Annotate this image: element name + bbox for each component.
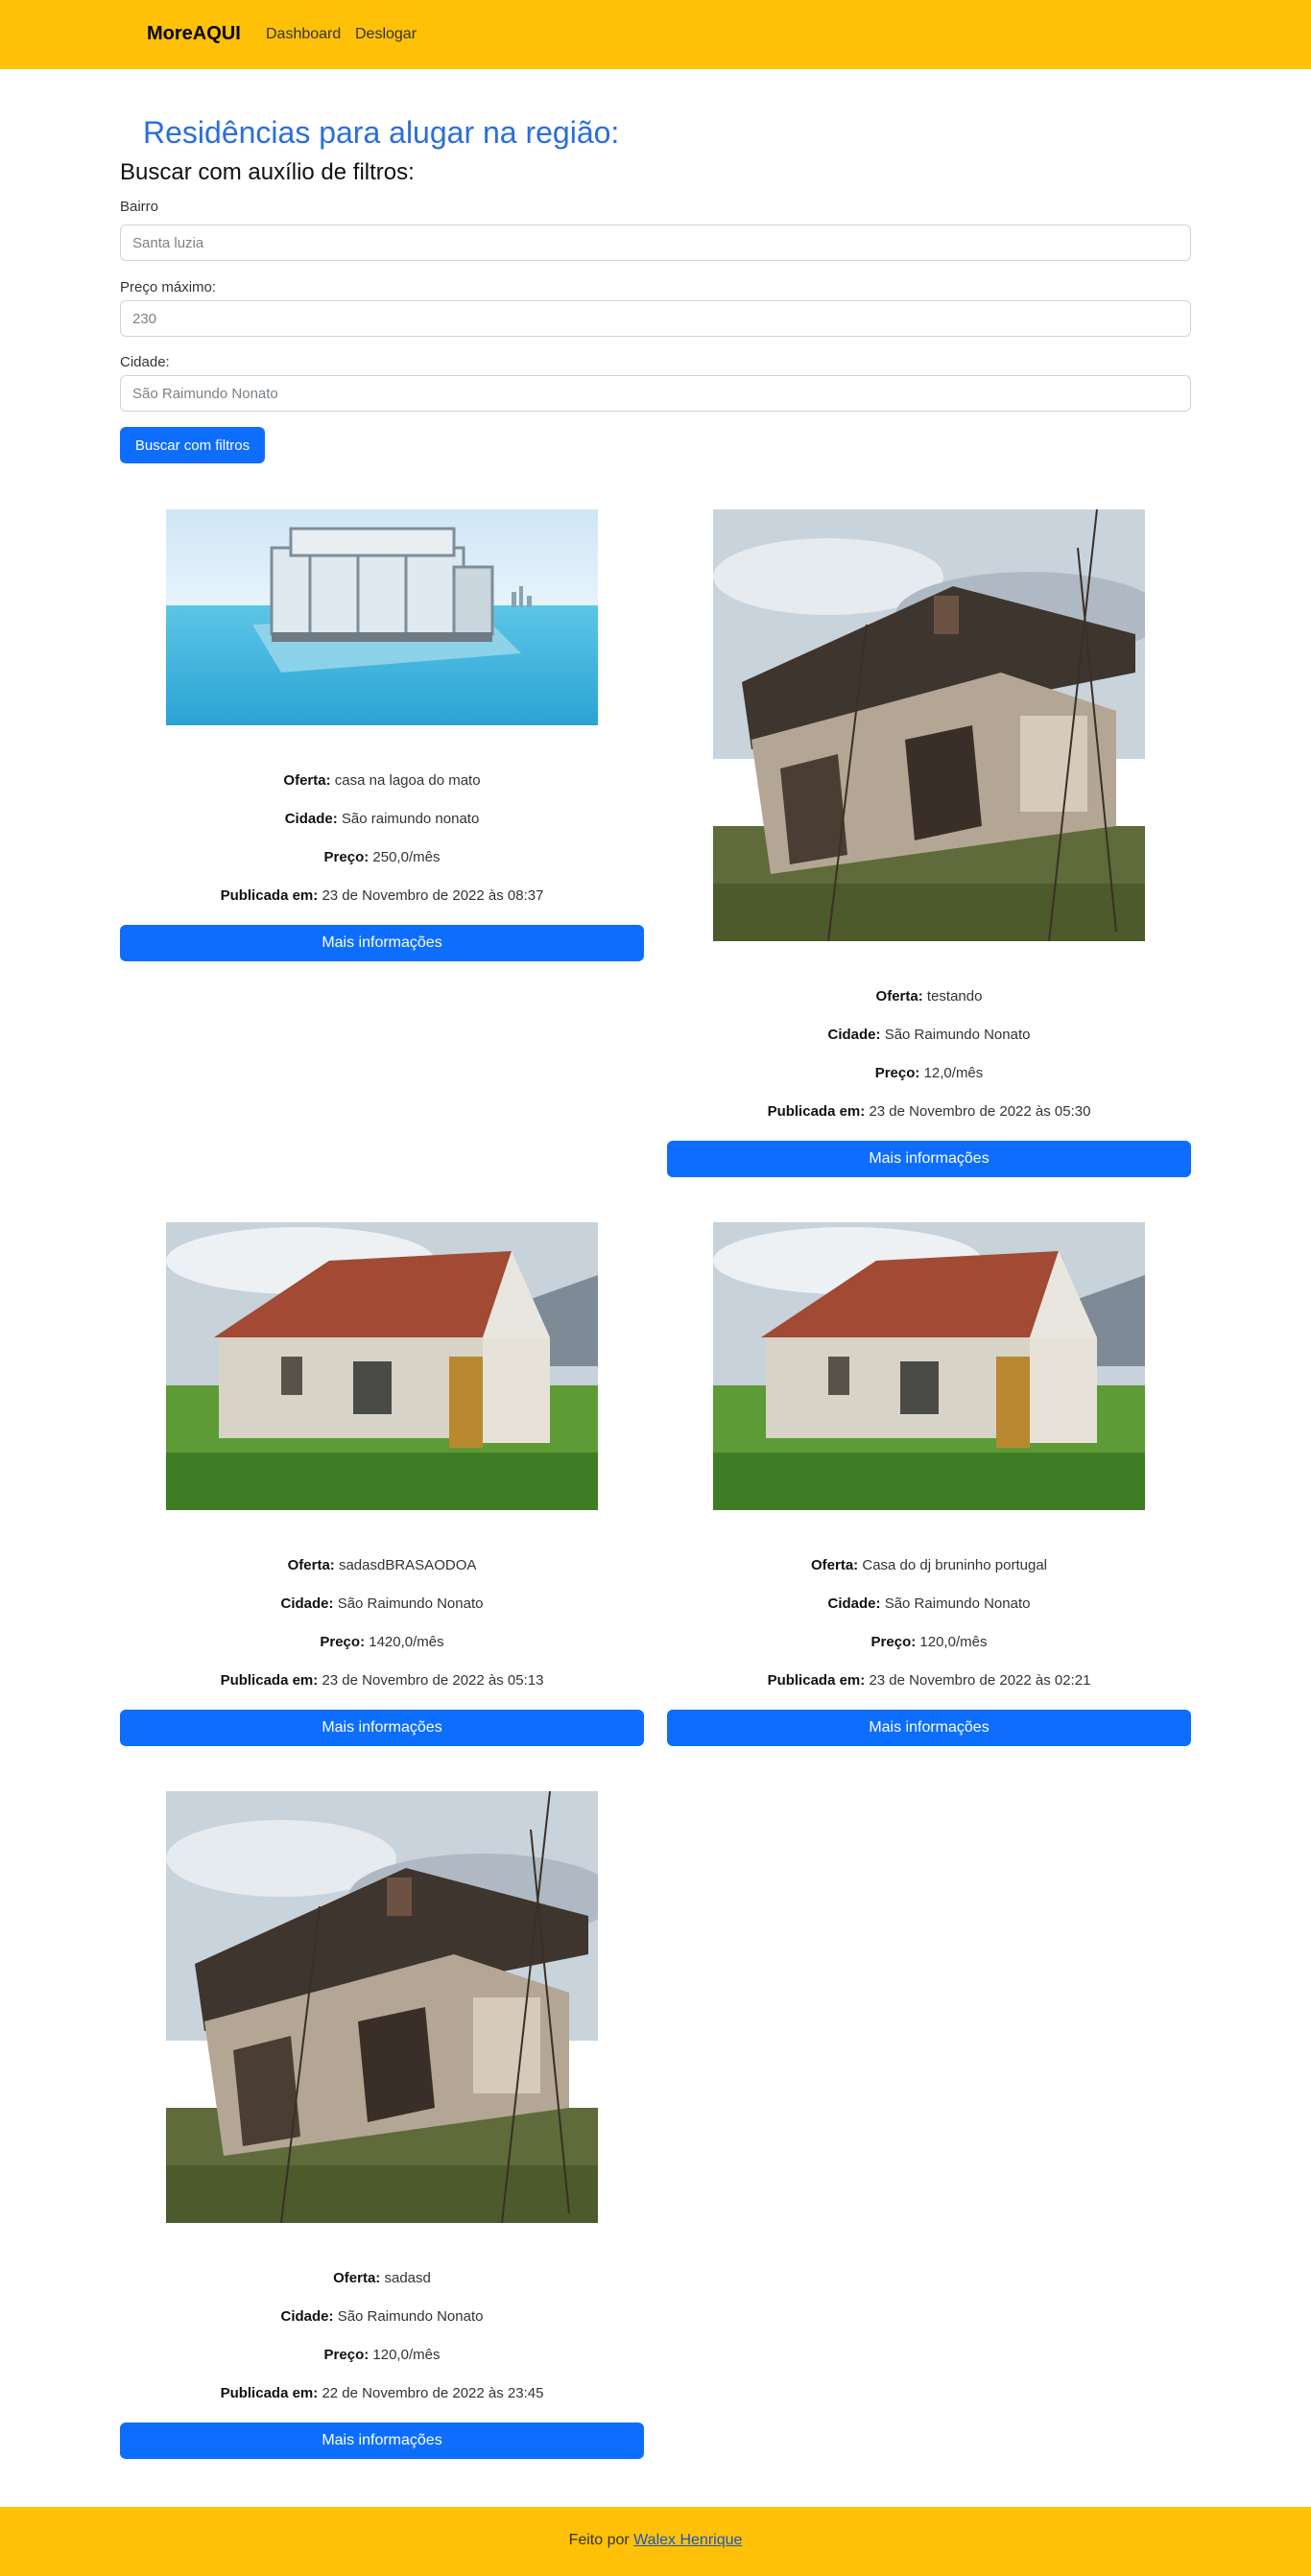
search-with-filters-button[interactable]: Buscar com filtros [120, 427, 265, 463]
bairro-label: Bairro [120, 199, 159, 215]
footer-text: Feito por [568, 2532, 630, 2548]
cidade-value: São Raimundo Nonato [337, 1595, 484, 1612]
brand-logo[interactable]: MoreAQUI [147, 23, 241, 45]
preco-label: Preço: [874, 1065, 920, 1081]
listing-preco: Preço: 12,0/mês [667, 1065, 1191, 1081]
cidade-label: Cidade: [827, 1027, 881, 1043]
listing-preco: Preço: 1420,0/mês [120, 1634, 644, 1650]
navbar: MoreAQUI Dashboard Deslogar [0, 0, 1311, 69]
preco-value: 250,0/mês [372, 849, 441, 865]
listing-cidade: Cidade: São Raimundo Nonato [667, 1595, 1191, 1612]
listing-publicada: Publicada em: 23 de Novembro de 2022 às … [120, 887, 644, 904]
listing-oferta: Oferta: Casa do dj bruninho portugal [667, 1557, 1191, 1573]
floating-glass-house-photo [166, 509, 598, 725]
publicada-value: 22 de Novembro de 2022 às 23:45 [322, 2385, 544, 2401]
cidade-value: São raimundo nonato [341, 811, 480, 827]
publicada-value: 23 de Novembro de 2022 às 05:13 [322, 1672, 544, 1689]
preco-value: 1420,0/mês [369, 1634, 444, 1650]
nav-link-dashboard[interactable]: Dashboard [266, 26, 341, 43]
publicada-value: 23 de Novembro de 2022 às 08:37 [322, 887, 544, 904]
more-info-button[interactable]: Mais informações [667, 1710, 1191, 1746]
collapsed-wooden-house-photo [166, 1791, 598, 2223]
listing-oferta: Oferta: sadasdBRASAODOA [120, 1557, 644, 1573]
cidade-label: Cidade: [827, 1595, 881, 1612]
filters-heading: Buscar com auxílio de filtros: [120, 159, 415, 185]
listing-publicada: Publicada em: 23 de Novembro de 2022 às … [667, 1672, 1191, 1689]
cidade-value: São Raimundo Nonato [884, 1027, 1031, 1043]
listing-publicada: Publicada em: 23 de Novembro de 2022 às … [120, 1672, 644, 1689]
oferta-label: Oferta: [283, 772, 331, 789]
publicada-label: Publicada em: [220, 2385, 319, 2401]
more-info-button[interactable]: Mais informações [120, 1710, 644, 1746]
listing-oferta: Oferta: casa na lagoa do mato [120, 772, 644, 789]
bairro-input[interactable] [120, 225, 1191, 261]
listing-preco: Preço: 120,0/mês [120, 2347, 644, 2363]
oferta-label: Oferta: [811, 1557, 859, 1573]
preco-maximo-input[interactable] [120, 300, 1191, 337]
more-info-button[interactable]: Mais informações [120, 2422, 644, 2459]
publicada-label: Publicada em: [767, 1103, 866, 1120]
cidade-label: Cidade: [284, 811, 338, 827]
cidade-input[interactable] [120, 375, 1191, 412]
preco-label: Preço: [323, 2347, 369, 2363]
preco-label: Preço: [320, 1634, 366, 1650]
preco-label: Preço máximo: [120, 279, 217, 295]
footer: Feito por Walex Henrique [0, 2507, 1311, 2576]
collapsed-wooden-house-photo [713, 509, 1145, 941]
more-info-button[interactable]: Mais informações [120, 925, 644, 961]
listing-cidade: Cidade: São Raimundo Nonato [667, 1027, 1191, 1043]
listing-publicada: Publicada em: 23 de Novembro de 2022 às … [667, 1103, 1191, 1120]
publicada-value: 23 de Novembro de 2022 às 05:30 [869, 1103, 1091, 1120]
listing-oferta: Oferta: testando [667, 988, 1191, 1004]
publicada-label: Publicada em: [220, 1672, 319, 1689]
preco-label: Preço: [870, 1634, 917, 1650]
abandoned-cottage-rusty-roof-photo [166, 1222, 598, 1510]
footer-credit: Feito por Walex Henrique [0, 2532, 1311, 2549]
page-title: Residências para alugar na região: [143, 115, 620, 150]
oferta-label: Oferta: [287, 1557, 335, 1573]
oferta-label: Oferta: [333, 2270, 381, 2286]
oferta-value: sadasdBRASAODOA [338, 1557, 477, 1573]
oferta-value: testando [926, 988, 983, 1004]
nav-link-logout[interactable]: Deslogar [355, 26, 417, 43]
footer-author-link[interactable]: Walex Henrique [633, 2532, 742, 2548]
listing-cidade: Cidade: São raimundo nonato [120, 811, 644, 827]
preco-value: 120,0/mês [919, 1634, 988, 1650]
cidade-label: Cidade: [280, 1595, 334, 1612]
preco-label: Preço: [323, 849, 369, 865]
listing-oferta: Oferta: sadasd [120, 2270, 644, 2286]
listing-preco: Preço: 250,0/mês [120, 849, 644, 865]
listing-preco: Preço: 120,0/mês [667, 1634, 1191, 1650]
publicada-value: 23 de Novembro de 2022 às 02:21 [869, 1672, 1091, 1689]
cidade-label: Cidade: [280, 2308, 334, 2325]
oferta-value: casa na lagoa do mato [334, 772, 481, 789]
abandoned-cottage-rusty-roof-photo [713, 1222, 1145, 1510]
listing-publicada: Publicada em: 22 de Novembro de 2022 às … [120, 2385, 644, 2401]
oferta-value: sadasd [384, 2270, 431, 2286]
publicada-label: Publicada em: [220, 887, 319, 904]
oferta-value: Casa do dj bruninho portugal [862, 1557, 1047, 1573]
preco-value: 12,0/mês [923, 1065, 984, 1081]
more-info-button[interactable]: Mais informações [667, 1141, 1191, 1177]
oferta-label: Oferta: [875, 988, 923, 1004]
preco-value: 120,0/mês [372, 2347, 441, 2363]
listing-cidade: Cidade: São Raimundo Nonato [120, 1595, 644, 1612]
cidade-value: São Raimundo Nonato [884, 1595, 1031, 1612]
listing-cidade: Cidade: São Raimundo Nonato [120, 2308, 644, 2325]
publicada-label: Publicada em: [767, 1672, 866, 1689]
cidade-value: São Raimundo Nonato [337, 2308, 484, 2325]
cidade-label: Cidade: [120, 354, 170, 370]
